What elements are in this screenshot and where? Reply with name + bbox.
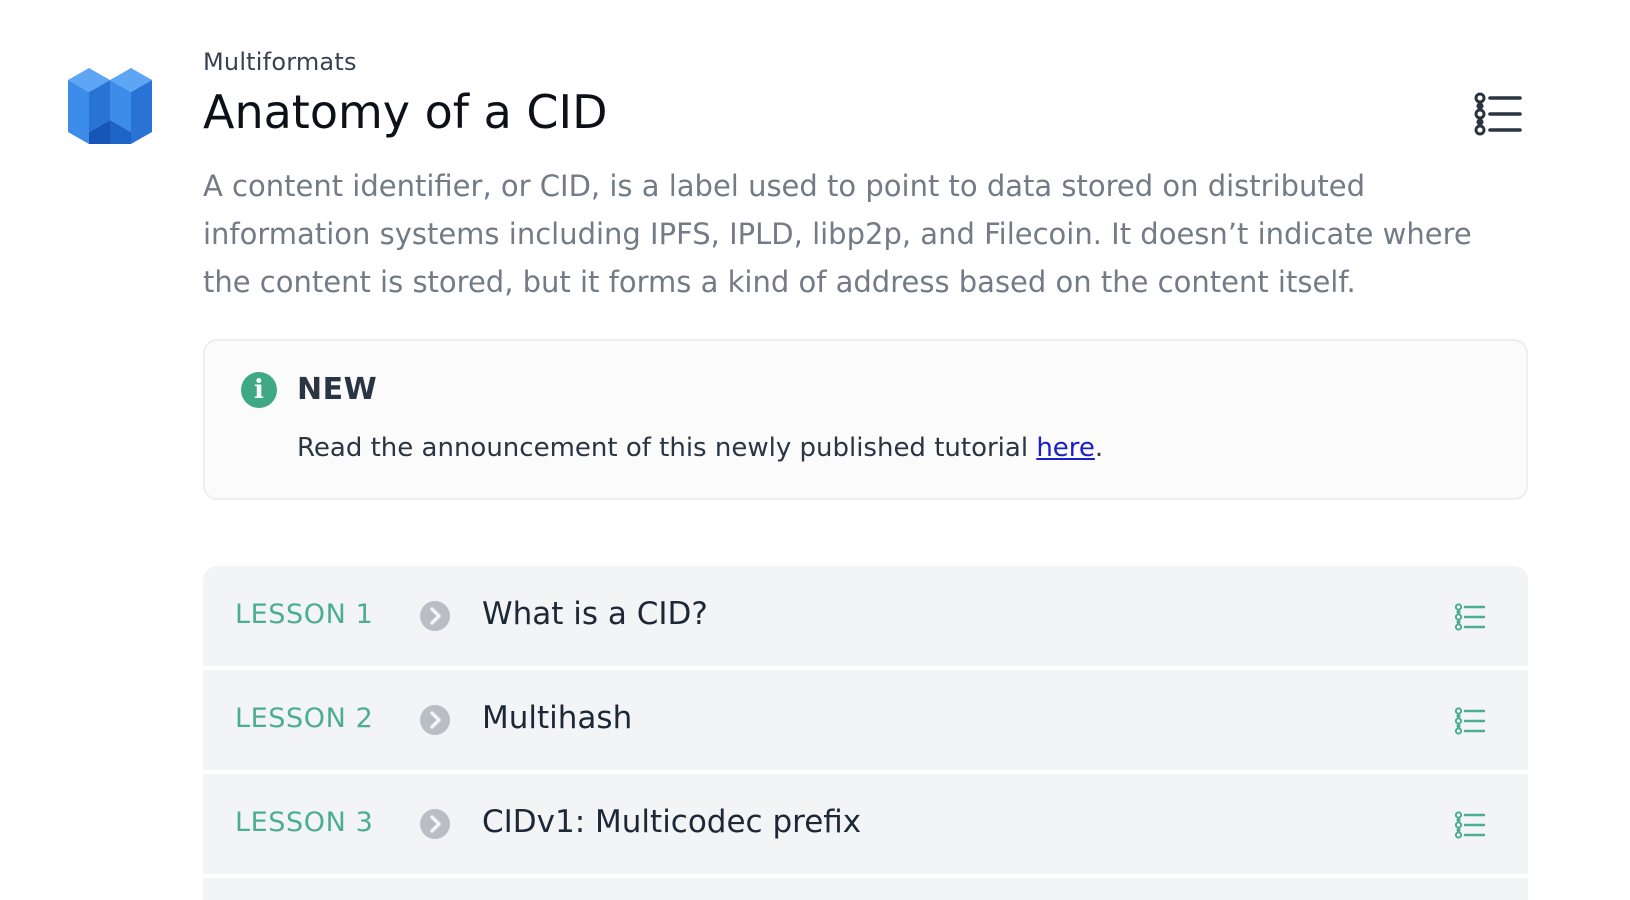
course-name[interactable]: Multiformats	[203, 46, 1533, 78]
page-title: Anatomy of a CID	[203, 85, 608, 139]
lesson-title[interactable]: Multihash	[482, 698, 632, 738]
list-icon[interactable]	[1455, 707, 1485, 735]
callout-text-before: Read the announcement of this newly publ…	[297, 433, 1037, 463]
list-icon[interactable]	[1455, 811, 1485, 839]
lesson-title[interactable]: What is a CID?	[482, 594, 708, 634]
chevron-right-circle-icon	[420, 601, 450, 631]
page-description: A content identifier, or CID, is a label…	[203, 169, 1472, 299]
lesson-label: LESSON 3	[235, 807, 374, 838]
tutorial-page: Multiformats Anatomy of a CID A content …	[0, 0, 1630, 900]
multiformats-logo-icon[interactable]	[68, 60, 152, 144]
page-header: Multiformats Anatomy of a CID	[203, 46, 1533, 142]
lesson-list: LESSON 1 What is a CID? LESSON 2 Multiha…	[203, 566, 1528, 900]
callout-title: NEW	[297, 372, 378, 407]
lesson-label: LESSON 1	[235, 599, 374, 630]
chevron-right-circle-icon	[420, 809, 450, 839]
info-icon: i	[241, 372, 277, 408]
lesson-row-2[interactable]: LESSON 2 Multihash	[203, 670, 1528, 774]
chevron-right-circle-icon	[420, 705, 450, 735]
list-icon[interactable]	[1455, 603, 1485, 631]
new-announcement-callout: i NEW Read the announcement of this newl…	[203, 339, 1528, 500]
list-icon[interactable]	[1474, 90, 1522, 138]
announcement-link[interactable]: here	[1036, 433, 1095, 463]
callout-text-after: .	[1094, 433, 1104, 463]
lesson-title[interactable]: CIDv1: Multicodec prefix	[482, 802, 861, 842]
lesson-label: LESSON 2	[235, 703, 374, 734]
lesson-row-partial[interactable]	[203, 878, 1528, 900]
lesson-row-1[interactable]: LESSON 1 What is a CID?	[203, 566, 1528, 670]
lesson-row-3[interactable]: LESSON 3 CIDv1: Multicodec prefix	[203, 774, 1528, 878]
callout-text: Read the announcement of this newly publ…	[297, 431, 1103, 465]
